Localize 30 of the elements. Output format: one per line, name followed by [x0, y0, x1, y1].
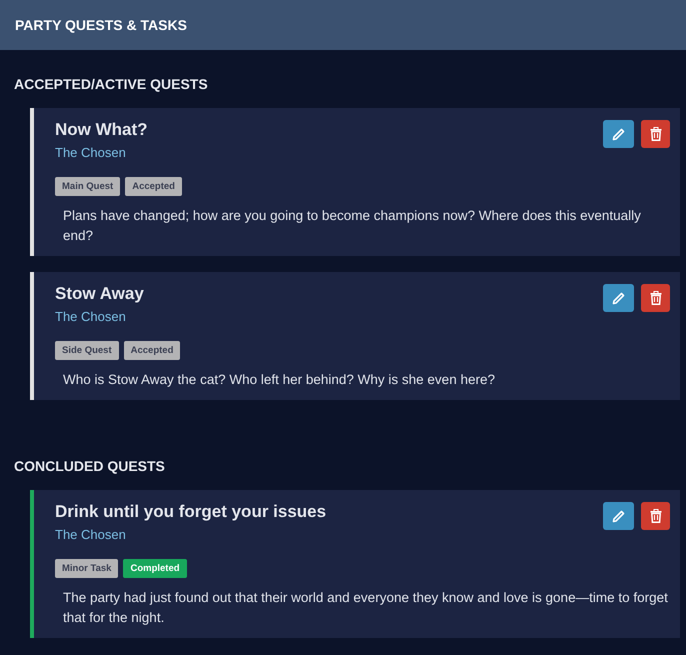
pencil-icon [612, 509, 626, 523]
edit-button[interactable] [603, 120, 634, 148]
quest-description: Plans have changed; how are you going to become champions now? Where does this eventually end? [63, 207, 642, 245]
edit-button[interactable] [603, 284, 634, 312]
trash-icon [650, 127, 662, 141]
edit-button[interactable] [603, 502, 634, 530]
status-tag: Accepted [124, 341, 180, 360]
quest-type-tag: Side Quest [55, 341, 119, 360]
party-name: The Chosen [55, 145, 127, 160]
trash-icon [650, 509, 662, 523]
section-heading: ACCEPTED/ACTIVE QUESTS [14, 76, 209, 92]
quest-title: Drink until you forget your issues [55, 502, 326, 522]
quest-title: Now What? [55, 120, 148, 140]
quest-description: The party had just found out that their world and everyone they know and love is gone—time to forget that for the night. [63, 589, 669, 627]
pencil-icon [612, 291, 626, 305]
delete-button[interactable] [641, 120, 670, 148]
page-title: PARTY QUESTS & TASKS [15, 17, 187, 33]
delete-button[interactable] [641, 502, 670, 530]
quest-type-tag: Main Quest [55, 177, 120, 196]
trash-icon [650, 291, 662, 305]
quest-description: Who is Stow Away the cat? Who left her behind? Why is she even here? [63, 371, 496, 389]
delete-button[interactable] [641, 284, 670, 312]
pencil-icon [612, 127, 626, 141]
quest-title: Stow Away [55, 284, 144, 304]
section-heading: CONCLUDED QUESTS [14, 458, 166, 474]
status-tag: Completed [123, 559, 187, 578]
quest-type-tag: Minor Task [55, 559, 118, 578]
status-tag: Accepted [125, 177, 182, 196]
party-name: The Chosen [55, 309, 127, 324]
party-name: The Chosen [55, 527, 127, 542]
